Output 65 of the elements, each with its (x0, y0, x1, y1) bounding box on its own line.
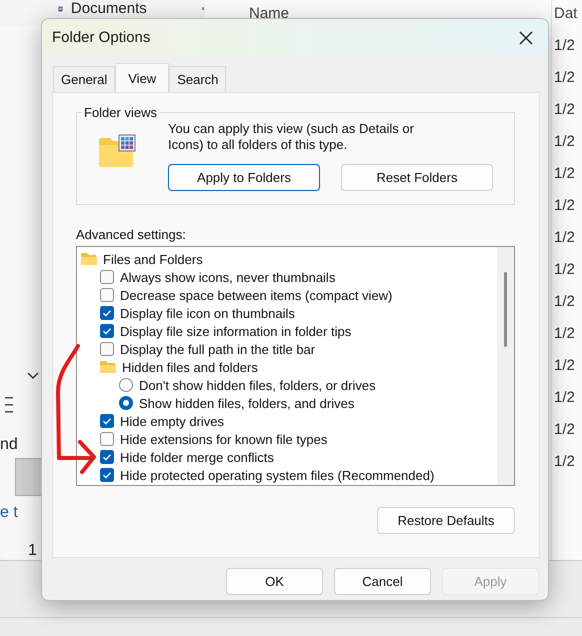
option-label: Display file icon on thumbnails (120, 306, 295, 320)
group-label: Folder views (83, 105, 158, 120)
checkbox[interactable] (100, 450, 114, 464)
folder-icon (100, 360, 116, 374)
option-label: Hide empty drives (120, 414, 224, 428)
date-cell-text: 1/2 (554, 389, 576, 406)
checkbox[interactable] (100, 342, 114, 356)
nav-item[interactable]: Documents (70, 0, 147, 17)
checkbox[interactable] (100, 270, 114, 284)
folder-icon (98, 134, 136, 168)
tab[interactable]: Search (169, 66, 226, 92)
date-cell-text: 1/2 (554, 357, 576, 374)
option-label: Display the full path in the title bar (120, 342, 316, 356)
date-cell-text: 1/2 (554, 325, 576, 342)
checkbox[interactable] (100, 468, 114, 482)
window-title: Folder Options (52, 29, 150, 46)
date-cell-text: 1/2 (554, 293, 576, 310)
tab[interactable]: View (115, 63, 170, 92)
option-label: Hide extensions for known file types (120, 432, 328, 446)
checkbox[interactable] (100, 414, 114, 428)
date-cell-text: 1/2 (554, 37, 576, 54)
checkbox[interactable] (100, 324, 114, 338)
section-label: Advanced settings: (76, 227, 187, 242)
apply-button[interactable]: Apply to Folders (168, 164, 320, 191)
date-cell-text: 1/2 (554, 453, 576, 470)
radio-button[interactable] (119, 378, 133, 392)
folder-icon (81, 252, 97, 266)
radio-button[interactable] (119, 396, 133, 410)
date-cell-text: 1/2 (554, 165, 576, 182)
option-label: Hide protected operating system files (Recommended) (120, 468, 434, 482)
close-icon (519, 30, 533, 44)
option-label: Show hidden files, folders, and drives (139, 396, 354, 410)
option-label: Hide folder merge conflicts (120, 450, 274, 464)
checkbox[interactable] (100, 306, 114, 320)
date-cell-text: 1/2 (554, 197, 576, 214)
text: nd (0, 436, 18, 454)
link-text[interactable]: e t (0, 504, 18, 522)
scroll-thumb[interactable] (504, 272, 507, 347)
column-header[interactable]: Name (249, 5, 290, 22)
restore-button[interactable]: Restore Defaults (377, 507, 515, 534)
checkbox[interactable] (100, 288, 114, 302)
column-header[interactable]: Dat (554, 5, 582, 22)
option-label: Always show icons, never thumbnails (120, 270, 336, 284)
date-cell-text: 1/2 (554, 133, 576, 150)
chevron-icon[interactable] (27, 372, 39, 380)
text: 1 (28, 542, 37, 560)
reset-button[interactable]: Reset Folders (341, 164, 493, 191)
tree-item[interactable]: Hidden files and folders (122, 360, 258, 374)
preview-pane (15, 458, 42, 496)
dialog-button[interactable]: OK (226, 568, 323, 595)
option-label: Decrease space between items (compact view) (120, 288, 392, 302)
date-cell-text: 1/2 (554, 101, 576, 118)
menu-icon[interactable] (5, 396, 13, 414)
date-cell-text: 1/2 (554, 421, 576, 438)
date-cell-text: 1/2 (554, 261, 576, 278)
date-cell-text: 1/2 (554, 229, 576, 246)
scrollbar[interactable] (497, 247, 514, 485)
checkbox[interactable] (100, 432, 114, 446)
tree-item[interactable]: Files and Folders (103, 252, 203, 266)
dialog-button[interactable]: Cancel (334, 568, 431, 595)
option-label: Don't show hidden files, folders, or drives (139, 378, 376, 392)
option-label: Display file size information in folder tips (120, 324, 352, 338)
description-text: You can apply this view (such as Details or Icons) to all folders of this type. (168, 121, 415, 153)
tab[interactable]: General (53, 66, 116, 92)
date-cell-text: 1/2 (554, 69, 576, 86)
